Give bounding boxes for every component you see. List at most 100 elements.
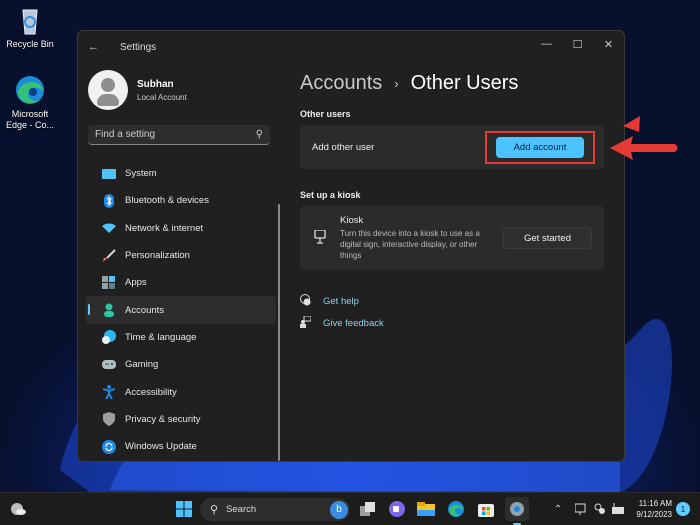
chat-icon[interactable] [387,499,407,519]
help-icon [300,293,314,309]
sidebar-item-label: System [125,168,157,180]
annotation-arrow-left [610,136,678,160]
system-icon [102,167,116,181]
notification-badge[interactable]: 1 [676,502,690,516]
section-heading-other-users: Other users [300,109,351,119]
gamepad-icon [102,358,116,372]
accessibility-icon [102,385,116,400]
recycle-bin-icon [14,4,46,36]
desktop-icon-edge[interactable]: Microsoft Edge - Co... [2,74,58,131]
sidebar-item-label: Windows Update [125,441,197,453]
page-title: Other Users [410,72,519,94]
desktop-icon-label: Recycle Bin [6,39,54,49]
network-icon[interactable] [593,499,607,519]
taskbar-clock[interactable]: 11:16 AM 9/12/2023 [636,498,672,520]
start-button[interactable] [174,499,194,519]
help-links: Get help Give feedback [300,290,604,334]
chevron-up-icon[interactable]: ⌃ [551,499,565,519]
sidebar-item-windows-update[interactable]: Windows Update [86,433,276,460]
get-started-button[interactable]: Get started [503,227,592,249]
search-icon: ⚲ [255,129,263,140]
taskbar: ⚲ Search b ⌃ 11:16 AM 9/12/2023 1 [0,492,700,525]
avatar [88,70,128,110]
sidebar-item-label: Personalization [125,250,190,262]
sidebar-item-bluetooth[interactable]: Bluetooth & devices [86,187,276,214]
search-input[interactable]: Find a setting ⚲ [88,125,270,145]
kiosk-title: Kiosk [340,215,364,226]
highlight-box: Add account [485,130,595,164]
sidebar-item-apps[interactable]: Apps [86,269,276,296]
accounts-icon [102,303,116,318]
display-icon[interactable] [574,499,588,519]
give-feedback-link[interactable]: Give feedback [300,312,604,334]
taskbar-search-label: Search [226,504,257,515]
desktop-icon-recycle-bin[interactable]: Recycle Bin [2,4,58,50]
get-help-link[interactable]: Get help [300,290,604,312]
sidebar-item-label: Privacy & security [125,413,201,425]
window-title: Settings [120,41,157,53]
sidebar-item-label: Apps [125,277,147,289]
weather-icon[interactable] [8,499,28,519]
user-profile[interactable]: Subhan Local Account [78,63,280,117]
sidebar-item-network[interactable]: Network & internet [86,215,276,242]
clock-date: 9/12/2023 [636,510,672,519]
sidebar-item-label: Time & language [125,331,197,343]
sidebar-item-time-language[interactable]: Time & language [86,324,276,351]
sidebar-item-system[interactable]: System [86,160,276,187]
main-content: Accounts › Other Users Other users Add o… [300,63,604,334]
breadcrumb-parent[interactable]: Accounts [300,72,382,95]
add-account-button[interactable]: Add account [496,136,584,158]
give-feedback-label: Give feedback [323,317,384,329]
volume-icon[interactable] [611,499,625,519]
sidebar-item-label: Gaming [125,359,159,371]
desktop-icon-label: Microsoft Edge - Co... [5,109,55,130]
search-placeholder: Find a setting [95,129,156,140]
brush-icon [102,248,116,263]
chevron-right-icon: › [394,76,399,91]
back-arrow-icon[interactable]: ← [88,41,108,53]
file-explorer-icon[interactable] [416,499,436,519]
add-other-user-card: Add other user Add account [300,125,604,169]
apps-icon [102,275,116,290]
minimize-button[interactable]: — [531,31,562,57]
taskbar-search[interactable]: ⚲ Search b [200,498,350,521]
edge-taskbar-icon[interactable] [446,499,466,519]
kiosk-card: Kiosk Turn this device into a kiosk to u… [300,206,604,270]
update-icon [102,439,116,454]
close-button[interactable]: ✕ [593,31,624,57]
sidebar-item-personalization[interactable]: Personalization [86,242,276,269]
shield-icon [102,412,116,427]
clock-time: 11:16 AM [638,499,672,508]
settings-window: ← Settings — ☐ ✕ Subhan Local Account Fi… [77,30,625,462]
search-icon: ⚲ [210,504,219,516]
wifi-icon [102,221,116,235]
maximize-button[interactable]: ☐ [562,31,593,57]
store-icon[interactable] [476,499,496,519]
get-help-label: Get help [323,295,359,307]
annotation-arrow-up [623,116,640,132]
add-other-user-label: Add other user [312,141,375,153]
kiosk-icon [312,228,328,247]
bluetooth-icon [102,193,116,208]
profile-account-type: Local Account [137,92,187,102]
sidebar-item-label: Bluetooth & devices [125,195,209,207]
sidebar-item-label: Accessibility [125,386,177,398]
breadcrumb: Accounts › Other Users [300,72,604,95]
sidebar-item-label: Network & internet [125,222,204,234]
settings-taskbar-icon[interactable] [505,497,529,525]
feedback-icon [300,315,314,331]
annotation-arrows [610,116,678,160]
globe-clock-icon [102,330,116,345]
sidebar-item-accounts[interactable]: Accounts [86,296,276,324]
task-view-icon[interactable] [358,499,378,519]
kiosk-description: Turn this device into a kiosk to use as … [340,229,480,260]
sidebar-scrollbar[interactable] [278,204,280,461]
sidebar-item-label: Accounts [125,304,165,316]
bing-icon: b [330,500,348,519]
sidebar: Subhan Local Account Find a setting ⚲ Sy… [78,63,280,461]
sidebar-item-accessibility[interactable]: Accessibility [86,378,276,405]
sidebar-item-gaming[interactable]: Gaming [86,351,276,378]
sidebar-item-privacy-security[interactable]: Privacy & security [86,406,276,433]
windows-logo-icon [176,501,192,517]
edge-icon [14,74,46,106]
